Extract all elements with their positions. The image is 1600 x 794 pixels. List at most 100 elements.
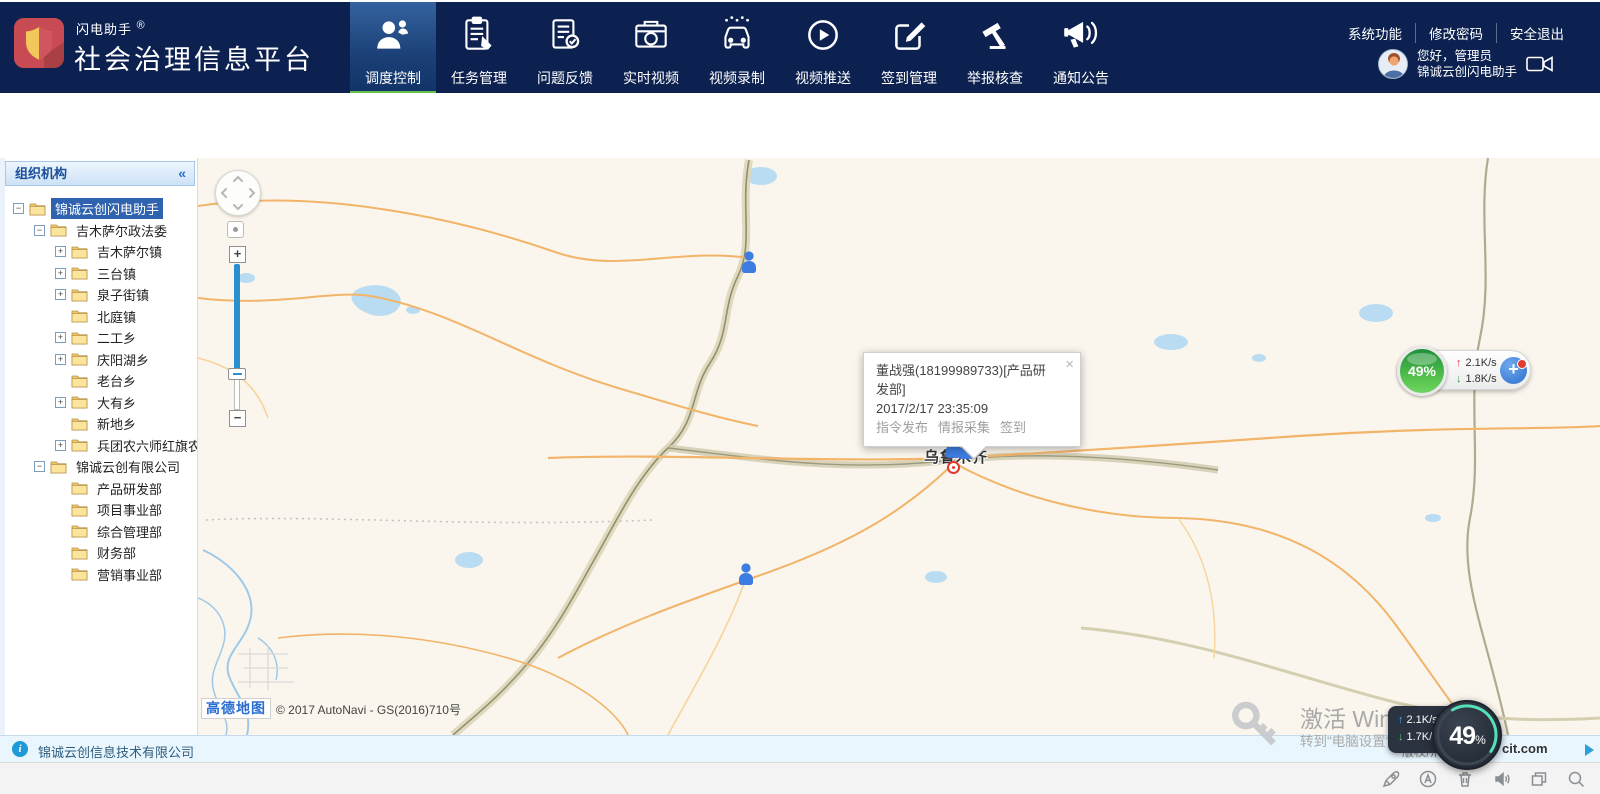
top-link-系统功能[interactable]: 系统功能: [1335, 23, 1415, 43]
tree-item-庆阳湖乡[interactable]: + 庆阳湖乡: [7, 349, 195, 371]
zoom-slider-handle[interactable]: [228, 368, 246, 380]
nav-item-实时视频[interactable]: 实时视频: [608, 2, 694, 95]
tree-item-兵团农六师红旗农场[interactable]: +兵团农六师红旗农场: [7, 435, 195, 457]
top-link-修改密码[interactable]: 修改密码: [1415, 23, 1496, 43]
tree-item-泉子街镇[interactable]: + 泉子街镇: [7, 284, 195, 306]
tree-item-锦诚云创有限公司[interactable]: − 锦诚云创有限公司: [7, 456, 195, 478]
pan-right-icon: [250, 189, 254, 197]
map-canvas[interactable]: + − 乌鲁木齐 × 董战强(18199989733)[产品研发部] 2017/…: [197, 158, 1600, 735]
tree-item-北庭镇[interactable]: 北庭镇: [7, 306, 195, 328]
map-locate-button[interactable]: [227, 221, 244, 238]
folder-icon: [71, 567, 88, 581]
video-camera-icon[interactable]: [1526, 55, 1553, 73]
speed-ball-percent[interactable]: 49%: [1397, 346, 1447, 396]
nav-item-视频推送[interactable]: 视频推送: [780, 2, 866, 95]
collapse-node-icon[interactable]: −: [13, 203, 24, 214]
nav-item-举报核查[interactable]: 举报核查: [952, 2, 1038, 95]
pan-up-icon: [234, 177, 242, 181]
main-nav: 调度控制任务管理问题反馈实时视频视频录制视频推送 签到管理举报核查通知公告: [350, 2, 1124, 95]
dispatch-icon: [372, 14, 414, 56]
tree-item-label[interactable]: 泉子街镇: [93, 284, 153, 305]
bottom-toolbar: [0, 762, 1600, 794]
tree-item-label[interactable]: 二工乡: [93, 327, 140, 348]
top-link-安全退出[interactable]: 安全退出: [1496, 23, 1577, 43]
close-icon[interactable]: ×: [1065, 357, 1074, 372]
tree-item-label[interactable]: 项目事业部: [93, 499, 166, 520]
nav-item-任务管理[interactable]: 任务管理: [436, 2, 522, 95]
tree-item-label[interactable]: 财务部: [93, 542, 140, 563]
tree-item-label[interactable]: 庆阳湖乡: [93, 349, 153, 370]
folder-icon: [71, 481, 88, 495]
red-location-marker[interactable]: [947, 461, 960, 474]
tree-item-产品研发部[interactable]: 产品研发部: [7, 478, 195, 500]
nav-item-调度控制[interactable]: 调度控制: [350, 2, 436, 95]
collapse-sidebar-icon[interactable]: «: [178, 162, 186, 185]
tree-item-label[interactable]: 大有乡: [93, 392, 140, 413]
app-logo-shield-icon: [14, 18, 64, 68]
tree-item-老台乡[interactable]: 老台乡: [7, 370, 195, 392]
nav-item-视频录制[interactable]: 视频录制: [694, 2, 780, 95]
speed-ball-widget[interactable]: 49% ↑2.1K/s ↓1.8K/s +: [1399, 350, 1531, 390]
tree-item-label[interactable]: 锦诚云创闪电助手: [51, 198, 163, 219]
play-arrow-icon[interactable]: [1585, 744, 1594, 756]
nav-item-签到管理[interactable]: 签到管理: [866, 2, 952, 95]
tree-item-label[interactable]: 三台镇: [93, 263, 140, 284]
tooltip-action-签到[interactable]: 签到: [1000, 420, 1026, 435]
tree-item-吉木萨尔镇[interactable]: + 吉木萨尔镇: [7, 241, 195, 263]
window-icon[interactable]: [1529, 769, 1549, 789]
zoom-out-button[interactable]: −: [229, 410, 246, 427]
tree-item-锦诚云创闪电助手[interactable]: − 锦诚云创闪电助手: [7, 198, 195, 220]
zoom-slider-track[interactable]: [234, 264, 240, 370]
map-pan-control[interactable]: [215, 170, 261, 216]
rocket-icon[interactable]: [1381, 769, 1401, 789]
tooltip-action-指令发布[interactable]: 指令发布: [876, 420, 928, 435]
tree-item-新地乡[interactable]: 新地乡: [7, 413, 195, 435]
speaker-icon[interactable]: [1492, 769, 1512, 789]
collapse-node-icon[interactable]: −: [34, 461, 45, 472]
tree-item-项目事业部[interactable]: 项目事业部: [7, 499, 195, 521]
tree-item-财务部[interactable]: 财务部: [7, 542, 195, 564]
tree-item-三台镇[interactable]: + 三台镇: [7, 263, 195, 285]
person-marker[interactable]: [734, 562, 758, 586]
tree-item-营销事业部[interactable]: 营销事业部: [7, 564, 195, 586]
expand-node-icon[interactable]: +: [55, 332, 66, 343]
tree-item-综合管理部[interactable]: 综合管理部: [7, 521, 195, 543]
add-button[interactable]: +: [1500, 357, 1527, 384]
user-greeting: 您好，管理员 锦诚云创闪电助手: [1417, 48, 1517, 81]
map-provider-logo[interactable]: 高德地图: [201, 698, 271, 719]
tree-item-label[interactable]: 吉木萨尔镇: [93, 241, 166, 262]
expand-node-icon[interactable]: +: [55, 440, 66, 451]
live-video-icon: [630, 14, 672, 56]
tree-item-label[interactable]: 吉木萨尔政法委: [72, 220, 171, 241]
expand-node-icon[interactable]: +: [55, 289, 66, 300]
tree-item-label[interactable]: 新地乡: [93, 413, 140, 434]
nav-item-问题反馈[interactable]: 问题反馈: [522, 2, 608, 95]
nav-item-label: 签到管理: [881, 68, 937, 88]
trash-icon[interactable]: [1455, 769, 1475, 789]
speed-ball-rates: ↑2.1K/s ↓1.8K/s: [1456, 355, 1497, 387]
expand-node-icon[interactable]: +: [55, 268, 66, 279]
tree-item-二工乡[interactable]: + 二工乡: [7, 327, 195, 349]
user-box[interactable]: 您好，管理员 锦诚云创闪电助手: [1378, 48, 1553, 81]
expand-node-icon[interactable]: +: [55, 354, 66, 365]
expand-node-icon[interactable]: +: [55, 246, 66, 257]
tree-item-大有乡[interactable]: + 大有乡: [7, 392, 195, 414]
tree-item-label[interactable]: 老台乡: [93, 370, 140, 391]
collapse-node-icon[interactable]: −: [34, 225, 45, 236]
search-icon[interactable]: [1566, 769, 1586, 789]
tree-item-label[interactable]: 综合管理部: [93, 521, 166, 542]
corner-speed-ball[interactable]: 49%: [1432, 700, 1502, 770]
person-marker[interactable]: [737, 250, 761, 274]
accelerate-icon[interactable]: [1418, 769, 1438, 789]
tree-item-label[interactable]: 北庭镇: [93, 306, 140, 327]
tree-item-label[interactable]: 营销事业部: [93, 564, 166, 585]
zoom-in-button[interactable]: +: [229, 246, 246, 263]
expand-node-icon[interactable]: +: [55, 397, 66, 408]
nav-item-通知公告[interactable]: 通知公告: [1038, 2, 1124, 95]
tree-item-label[interactable]: 产品研发部: [93, 478, 166, 499]
tooltip-action-情报采集[interactable]: 情报采集: [938, 420, 990, 435]
tree-item-label[interactable]: 锦诚云创有限公司: [72, 456, 184, 477]
nav-item-label: 视频推送: [795, 68, 851, 88]
folder-icon: [71, 524, 88, 538]
tree-item-吉木萨尔政法委[interactable]: − 吉木萨尔政法委: [7, 220, 195, 242]
